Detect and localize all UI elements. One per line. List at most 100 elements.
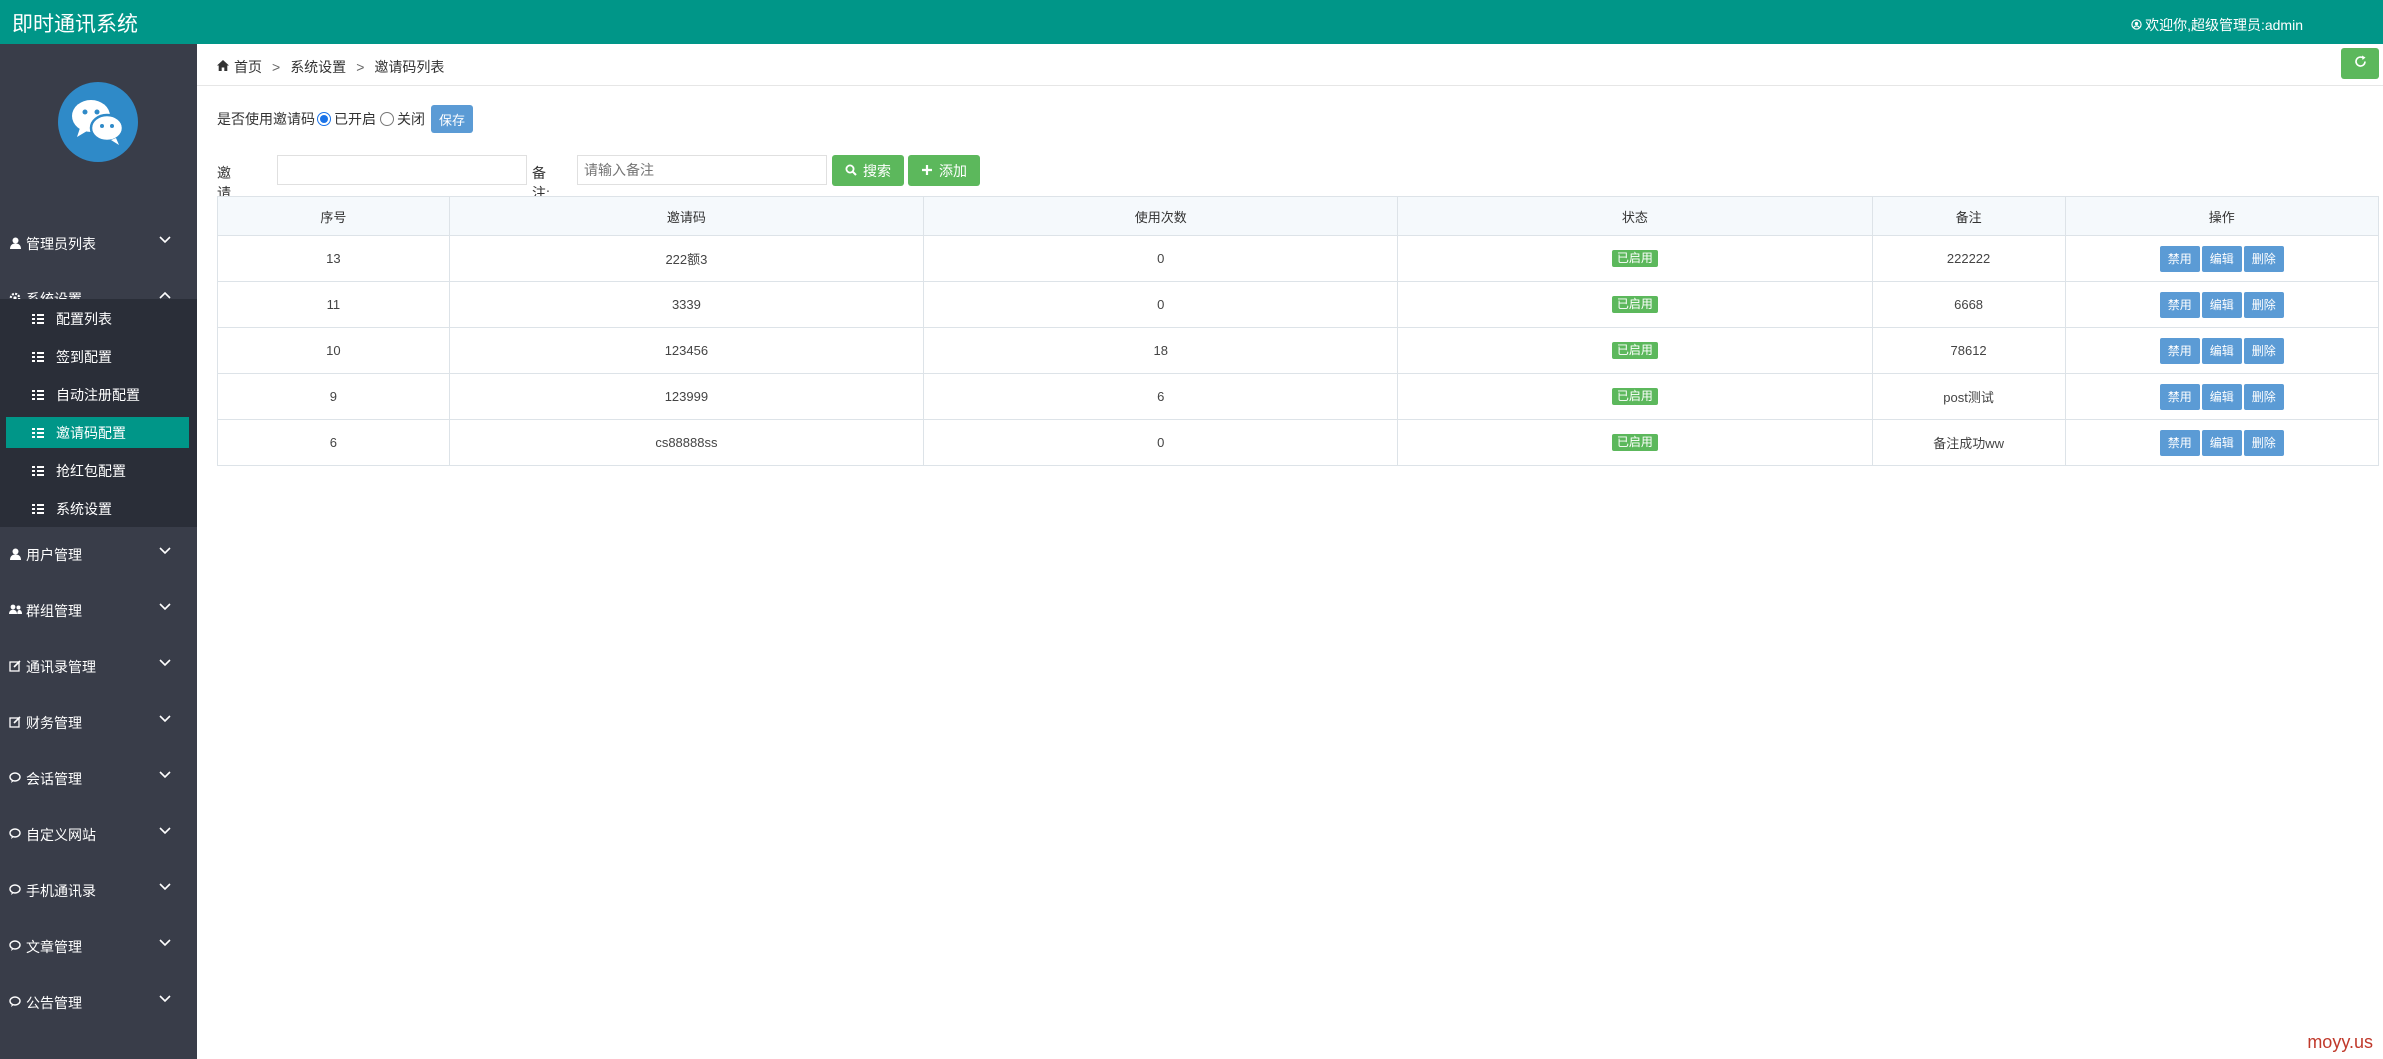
edit-button[interactable]: 编辑 [2201, 383, 2242, 410]
submenu-item-invite-code-config[interactable]: 邀请码配置 [6, 417, 189, 448]
cell-actions: 禁用 编辑 删除 [2064, 373, 2380, 420]
disable-button[interactable]: 禁用 [2159, 337, 2200, 364]
cell-actions: 禁用 编辑 删除 [2064, 327, 2380, 374]
welcome-text: 欢迎你,超级管理员:admin [2145, 17, 2303, 33]
submenu-item-label: 自动注册配置 [56, 386, 140, 403]
submenu-item-label: 邀请码配置 [56, 424, 126, 441]
disable-button[interactable]: 禁用 [2159, 291, 2200, 318]
sidebar-item-phone-contacts[interactable]: 手机通讯录 [0, 863, 197, 919]
watermark: moyy.us [2307, 1032, 2373, 1052]
chevron-up-icon [159, 291, 171, 299]
user-icon [8, 237, 22, 252]
radio-disabled-label[interactable]: 关闭 [397, 109, 425, 129]
users-icon [8, 604, 22, 618]
sidebar-item-label: 管理员列表 [26, 236, 96, 252]
disable-button[interactable]: 禁用 [2159, 429, 2200, 456]
sidebar-item-group-management[interactable]: 群组管理 [0, 583, 197, 639]
submenu-item-signin-config[interactable]: 签到配置 [6, 341, 189, 372]
radio-enabled[interactable] [317, 112, 331, 126]
sidebar-item-article-management[interactable]: 文章管理 [0, 919, 197, 975]
sidebar-item-label: 财务管理 [26, 715, 82, 731]
submenu-item-auto-register-config[interactable]: 自动注册配置 [6, 379, 189, 410]
submenu-item-label: 签到配置 [56, 348, 112, 365]
delete-button[interactable]: 删除 [2243, 291, 2284, 318]
sidebar-item-custom-website[interactable]: 自定义网站 [0, 807, 197, 863]
table-row: 13 222额3 0 已启用 222222 禁用 编辑 删除 [217, 235, 2380, 282]
sidebar-item-label: 用户管理 [26, 547, 82, 563]
chat-icon [8, 828, 22, 842]
invite-code-input[interactable] [277, 155, 527, 185]
column-header: 使用次数 [923, 196, 1399, 236]
search-button-label: 搜索 [863, 162, 891, 179]
refresh-button[interactable] [2341, 48, 2379, 79]
list-icon [32, 351, 44, 362]
remark-input[interactable] [577, 155, 827, 185]
search-button[interactable]: 搜索 [832, 155, 904, 186]
breadcrumb-home[interactable]: 首页 [234, 57, 262, 77]
chevron-down-icon [159, 603, 171, 611]
submenu-item-red-packet-config[interactable]: 抢红包配置 [6, 455, 189, 486]
cell-id: 9 [217, 373, 450, 420]
status-badge: 已启用 [1611, 296, 1658, 313]
disable-button[interactable]: 禁用 [2159, 245, 2200, 272]
column-header: 状态 [1397, 196, 1873, 236]
table-row: 10 123456 18 已启用 78612 禁用 编辑 删除 [217, 327, 2380, 374]
edit-button[interactable]: 编辑 [2201, 429, 2242, 456]
cell-id: 10 [217, 327, 450, 374]
sidebar-item-user-management[interactable]: 用户管理 [0, 527, 197, 583]
delete-button[interactable]: 删除 [2243, 383, 2284, 410]
add-button-label: 添加 [939, 162, 967, 179]
cell-id: 6 [217, 419, 450, 466]
app-title: 即时通讯系统 [12, 13, 138, 36]
radio-disabled[interactable] [380, 112, 394, 126]
cell-remark: 222222 [1871, 235, 2066, 282]
edit-button[interactable]: 编辑 [2201, 337, 2242, 364]
breadcrumb-system-settings[interactable]: 系统设置 [290, 57, 346, 77]
list-icon [32, 389, 44, 400]
column-header: 序号 [217, 196, 450, 236]
cell-code: 3339 [448, 281, 925, 328]
edit-button[interactable]: 编辑 [2201, 291, 2242, 318]
welcome-user[interactable]: 欢迎你,超级管理员:admin [2131, 15, 2303, 35]
table-header-row: 序号 邀请码 使用次数 状态 备注 操作 [217, 196, 2380, 236]
status-badge: 已启用 [1611, 434, 1658, 451]
table-row: 6 cs88888ss 0 已启用 备注成功ww 禁用 编辑 删除 [217, 419, 2380, 466]
sidebar-item-announcement-management[interactable]: 公告管理 [0, 975, 197, 1031]
delete-button[interactable]: 删除 [2243, 429, 2284, 456]
delete-button[interactable]: 删除 [2243, 337, 2284, 364]
sidebar-item-label: 公告管理 [26, 995, 82, 1011]
edit-button[interactable]: 编辑 [2201, 245, 2242, 272]
table-row: 11 3339 0 已启用 6668 禁用 编辑 删除 [217, 281, 2380, 328]
chevron-down-icon [159, 236, 171, 244]
submenu-item-label: 配置列表 [56, 310, 112, 327]
sidebar-item-admin-list[interactable]: 管理员列表 [0, 216, 197, 272]
cell-actions: 禁用 编辑 删除 [2064, 419, 2380, 466]
chevron-down-icon [159, 827, 171, 835]
sidebar-item-session-management[interactable]: 会话管理 [0, 751, 197, 807]
add-button[interactable]: 添加 [908, 155, 980, 186]
cell-uses: 18 [923, 327, 1399, 374]
edit-icon [8, 659, 22, 675]
sidebar-item-label: 群组管理 [26, 603, 82, 619]
chevron-down-icon [159, 995, 171, 1003]
search-icon [845, 163, 857, 179]
sidebar-item-label: 手机通讯录 [26, 883, 96, 899]
cell-uses: 0 [923, 235, 1399, 282]
edit-icon [8, 715, 22, 731]
submenu-item-config-list[interactable]: 配置列表 [6, 303, 189, 334]
disable-button[interactable]: 禁用 [2159, 383, 2200, 410]
wechat-logo-icon [58, 82, 138, 162]
list-icon [32, 427, 44, 438]
submenu-item-system-settings[interactable]: 系统设置 [6, 493, 189, 524]
save-button[interactable]: 保存 [431, 105, 473, 133]
sidebar-item-contacts-management[interactable]: 通讯录管理 [0, 639, 197, 695]
column-header: 邀请码 [448, 196, 925, 236]
delete-button[interactable]: 删除 [2243, 245, 2284, 272]
sidebar-item-finance-management[interactable]: 财务管理 [0, 695, 197, 751]
radio-enabled-label[interactable]: 已开启 [334, 109, 376, 129]
list-icon [32, 313, 44, 324]
sidebar-item-label: 会话管理 [26, 771, 82, 787]
user-icon [8, 548, 22, 563]
cell-remark: post测试 [1871, 373, 2066, 420]
chevron-down-icon [159, 715, 171, 723]
